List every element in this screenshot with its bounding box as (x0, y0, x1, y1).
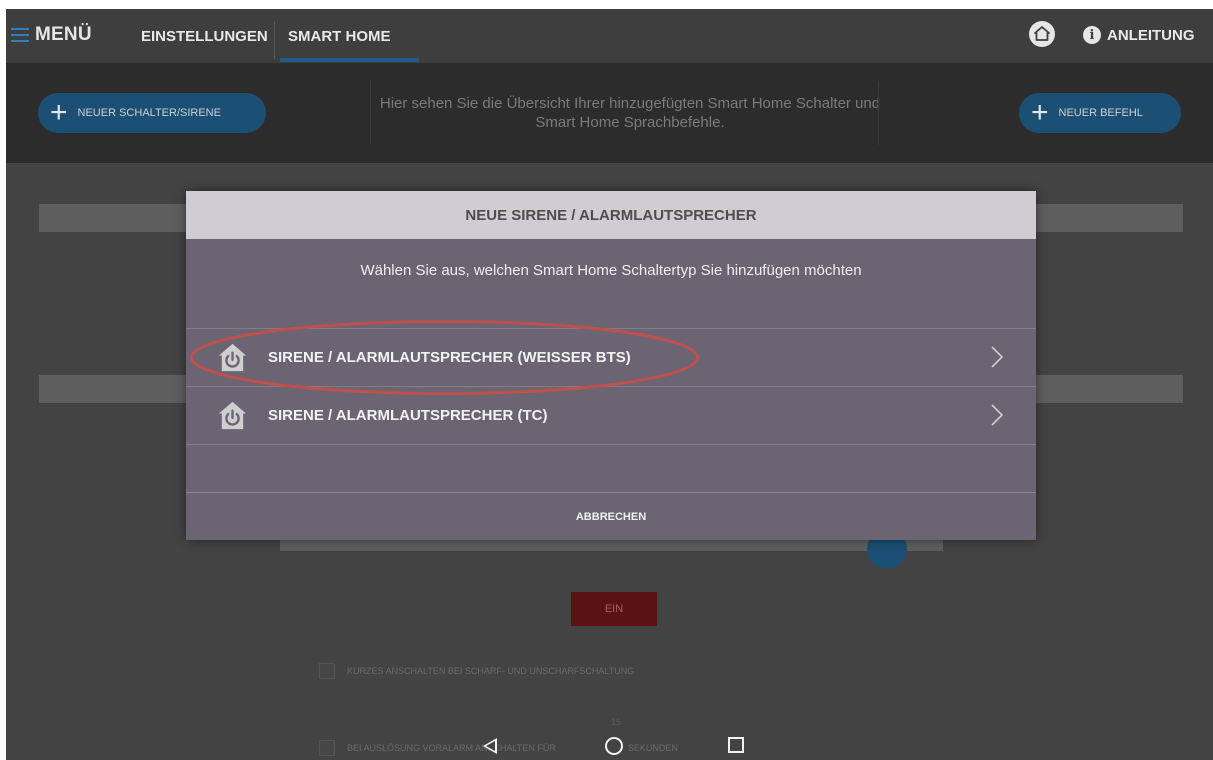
home-circle-icon[interactable] (605, 737, 623, 755)
top-bar: MENÜ EINSTELLUNGEN SMART HOME i ANLEITUN… (6, 9, 1213, 63)
info-icon: i (1083, 26, 1101, 44)
chevron-right-icon (991, 346, 1004, 368)
help-label: ANLEITUNG (1107, 26, 1195, 44)
ein-button[interactable]: EIN (571, 592, 657, 626)
recent-apps-icon[interactable] (728, 737, 744, 753)
new-command-button[interactable]: + NEUER BEFEHL (1019, 93, 1181, 133)
checkbox[interactable] (319, 740, 335, 756)
header-divider-right (878, 81, 879, 145)
dialog-footer: ABBRECHEN (186, 492, 1036, 541)
option-divider (186, 444, 1036, 445)
system-navigation-bar (483, 736, 753, 760)
header-band: + NEUER SCHALTER/SIRENE Hier sehen Sie d… (6, 63, 1213, 163)
tab-einstellungen[interactable]: EINSTELLUNGEN (141, 28, 268, 45)
chevron-right-icon (991, 404, 1004, 426)
checkbox-row-short-on[interactable]: KURZES ANSCHALTEN BEI SCHARF- UND UNSCHA… (319, 663, 634, 679)
help-button[interactable]: i ANLEITUNG (1083, 26, 1195, 44)
app-window: MENÜ EINSTELLUNGEN SMART HOME i ANLEITUN… (6, 9, 1213, 760)
new-command-label: NEUER BEFEHL (1058, 107, 1143, 119)
highlight-ring-annotation (190, 320, 699, 395)
dialog-subtitle: Wählen Sie aus, welchen Smart Home Schal… (360, 262, 862, 279)
hamburger-icon (11, 28, 29, 42)
menu-label: MENÜ (35, 24, 92, 45)
checkbox[interactable] (319, 663, 335, 679)
header-description: Hier sehen Sie die Übersicht Ihrer hinzu… (379, 95, 881, 131)
home-icon (1034, 26, 1050, 41)
option-label: SIRENE / ALARMLAUTSPRECHER (TC) (268, 406, 548, 424)
new-switch-siren-label: NEUER SCHALTER/SIRENE (77, 107, 221, 119)
back-icon[interactable] (483, 738, 497, 754)
cancel-button[interactable]: ABBRECHEN (576, 511, 646, 523)
plus-icon: + (50, 96, 68, 129)
active-tab-indicator (280, 58, 419, 62)
tab-divider (274, 21, 275, 59)
seconds-value: 15 (611, 717, 622, 727)
header-divider-left (370, 81, 371, 145)
dialog-title: NEUE SIRENE / ALARMLAUTSPRECHER (186, 191, 1036, 239)
smart-home-power-icon (218, 401, 247, 430)
checkbox-label: KURZES ANSCHALTEN BEI SCHARF- UND UNSCHA… (347, 666, 635, 676)
home-button[interactable] (1029, 21, 1055, 47)
new-switch-siren-button[interactable]: + NEUER SCHALTER/SIRENE (38, 93, 266, 133)
tab-smart-home[interactable]: SMART HOME (288, 28, 391, 45)
menu-button[interactable]: MENÜ (11, 24, 92, 46)
plus-icon: + (1031, 96, 1049, 129)
